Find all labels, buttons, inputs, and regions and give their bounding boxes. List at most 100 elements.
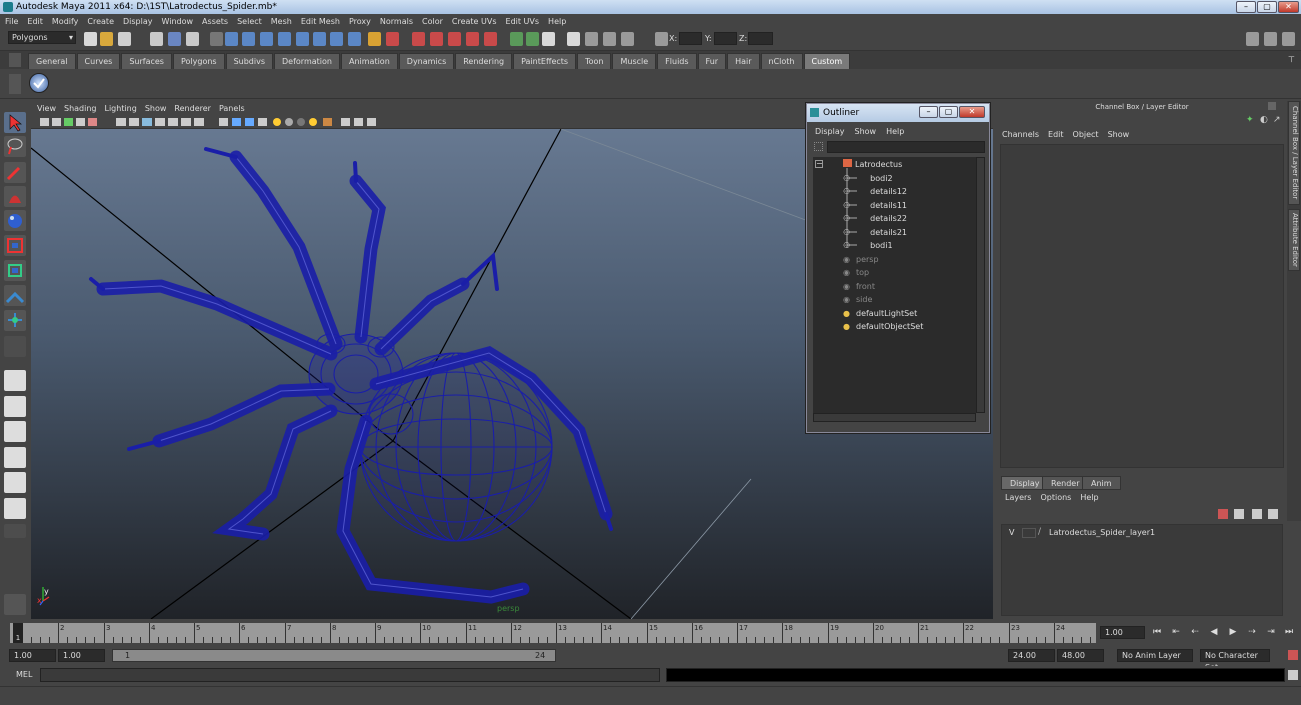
- new-scene-icon[interactable]: [84, 32, 97, 46]
- modeling-toolkit-icon[interactable]: [567, 32, 580, 46]
- minimize-button[interactable]: –: [1236, 1, 1256, 13]
- manipulator-icon[interactable]: ✦: [1246, 115, 1254, 125]
- outliner-item-defaultlightset[interactable]: ● defaultLightSet: [843, 307, 917, 320]
- new-empty-layer-icon[interactable]: [1252, 509, 1262, 519]
- go-to-end-icon[interactable]: ⏭: [1284, 627, 1294, 637]
- persp-graph-layout-icon[interactable]: [4, 447, 26, 468]
- hypershade-icon[interactable]: [448, 32, 461, 46]
- cb-menu-channels[interactable]: Channels: [1002, 130, 1039, 139]
- shelf-tab-polygons[interactable]: Polygons: [172, 53, 225, 69]
- command-input[interactable]: [40, 668, 660, 682]
- outliner-item-front[interactable]: ◉ front: [843, 280, 875, 293]
- layer-type-toggle[interactable]: [1022, 528, 1036, 538]
- layer-name[interactable]: Latrodectus_Spider_layer1: [1049, 528, 1155, 537]
- select-hierarchy-icon[interactable]: [150, 32, 163, 46]
- outliner-item-latrodectus[interactable]: Latrodectus: [843, 158, 902, 171]
- select-object-icon[interactable]: [168, 32, 181, 46]
- vp-menu-show[interactable]: Show: [145, 104, 167, 113]
- command-language-label[interactable]: MEL: [16, 670, 32, 679]
- menu-assets[interactable]: Assets: [202, 17, 228, 26]
- rotate-tool-icon[interactable]: [4, 210, 26, 231]
- input-ops-icon[interactable]: [330, 32, 343, 46]
- paint-select-tool-icon[interactable]: [4, 162, 26, 183]
- render-settings-icon[interactable]: [430, 32, 443, 46]
- script-editor-icon[interactable]: [1288, 670, 1298, 680]
- vp-menu-panels[interactable]: Panels: [219, 104, 245, 113]
- persp-graph-hypergraph-layout-icon[interactable]: [4, 498, 26, 519]
- outliner-item-top[interactable]: ◉ top: [843, 266, 869, 279]
- play-backwards-icon[interactable]: ◀: [1209, 627, 1219, 637]
- outliner-minimize-button[interactable]: –: [919, 106, 938, 118]
- show-tool-settings-icon[interactable]: [1282, 32, 1295, 46]
- layer-tab-anim[interactable]: Anim: [1082, 476, 1121, 490]
- snap-surface-icon[interactable]: [313, 32, 326, 46]
- shelf-tab-custom[interactable]: Custom: [803, 53, 851, 69]
- move-layer-down-icon[interactable]: [1234, 509, 1244, 519]
- vp-menu-view[interactable]: View: [37, 104, 56, 113]
- menu-edit-uvs[interactable]: Edit UVs: [506, 17, 540, 26]
- ipr-render-icon[interactable]: [412, 32, 425, 46]
- collapse-toggle-icon[interactable]: −: [815, 160, 823, 168]
- shelf-tab-hair[interactable]: Hair: [727, 53, 760, 69]
- lasso-tool-icon[interactable]: [4, 136, 26, 157]
- vp-menu-renderer[interactable]: Renderer: [174, 104, 211, 113]
- attribute-editor-toggle-icon[interactable]: [526, 32, 539, 46]
- outliner-item-details21[interactable]: ⚇ details21: [843, 226, 907, 239]
- outliner-item-defaultobjectset[interactable]: ● defaultObjectSet: [843, 320, 923, 333]
- current-time-field[interactable]: 1.00: [1100, 626, 1145, 639]
- history-icon[interactable]: [348, 32, 361, 46]
- time-slider-track[interactable]: 1234567891011121314151617181920212223241: [10, 623, 1096, 643]
- batch-render-icon[interactable]: [484, 32, 497, 46]
- relative-mode-icon[interactable]: [603, 32, 616, 46]
- x-field[interactable]: [679, 32, 702, 45]
- tab-channel-box[interactable]: Channel Box / Layer Editor: [1288, 101, 1300, 205]
- close-button[interactable]: ✕: [1278, 1, 1299, 13]
- scale-tool-icon[interactable]: [4, 235, 26, 256]
- snap-curve-icon[interactable]: [242, 32, 255, 46]
- outliner-menu-show[interactable]: Show: [855, 127, 877, 136]
- channel-box-toggle-icon[interactable]: [510, 32, 523, 46]
- menu-window[interactable]: Window: [162, 17, 194, 26]
- shelf-collapse-icon[interactable]: [9, 74, 21, 94]
- hypershade-layout-icon[interactable]: [4, 472, 26, 493]
- menu-edit-mesh[interactable]: Edit Mesh: [301, 17, 340, 26]
- shelf-menu-icon[interactable]: [9, 53, 21, 67]
- layer-color-swatch-icon[interactable]: /: [1038, 527, 1041, 537]
- render-view-icon[interactable]: [466, 32, 479, 46]
- shelf-tab-dynamics[interactable]: Dynamics: [398, 53, 455, 69]
- anim-layer-dropdown[interactable]: No Anim Layer: [1117, 649, 1193, 662]
- menu-create-uvs[interactable]: Create UVs: [452, 17, 497, 26]
- shelf-tab-surfaces[interactable]: Surfaces: [121, 53, 172, 69]
- construction-icon[interactable]: [368, 32, 381, 46]
- shelf-tab-curves[interactable]: Curves: [76, 53, 121, 69]
- shelf-tab-subdivs[interactable]: Subdivs: [225, 53, 274, 69]
- outliner-filter-icon[interactable]: [814, 142, 823, 151]
- outliner-horizontal-scrollbar[interactable]: [813, 413, 976, 422]
- cb-menu-show[interactable]: Show: [1108, 130, 1130, 139]
- show-attribute-editor-icon[interactable]: [1264, 32, 1277, 46]
- menu-proxy[interactable]: Proxy: [349, 17, 371, 26]
- four-pane-layout-icon[interactable]: [4, 396, 26, 417]
- shelf-tab-muscle[interactable]: Muscle: [612, 53, 657, 69]
- show-manipulator-icon[interactable]: [4, 310, 26, 331]
- outliner-maximize-button[interactable]: ▢: [939, 106, 958, 118]
- menu-display[interactable]: Display: [123, 17, 153, 26]
- select-tool-icon[interactable]: [4, 112, 26, 133]
- menu-normals[interactable]: Normals: [380, 17, 413, 26]
- maximize-button[interactable]: ▢: [1257, 1, 1277, 13]
- outliner-menu-help[interactable]: Help: [886, 127, 904, 136]
- sphere-icon[interactable]: ◐: [1260, 115, 1268, 125]
- z-field[interactable]: [748, 32, 773, 45]
- cb-menu-object[interactable]: Object: [1073, 130, 1099, 139]
- layer-menu-layers[interactable]: Layers: [1005, 493, 1031, 502]
- shelf-tab-animation[interactable]: Animation: [340, 53, 398, 69]
- shelf-tab-ncloth[interactable]: nCloth: [760, 53, 803, 69]
- outliner-search-field[interactable]: [827, 141, 985, 153]
- menu-modify[interactable]: Modify: [52, 17, 79, 26]
- outliner-item-details12[interactable]: ⚇ details12: [843, 185, 907, 198]
- playback-end-field[interactable]: 24.00: [1008, 649, 1055, 662]
- shelf-tab-painteffects[interactable]: PaintEffects: [513, 53, 577, 69]
- outliner-item-details11[interactable]: ⚇ details11: [843, 199, 907, 212]
- menu-edit[interactable]: Edit: [27, 17, 43, 26]
- tool-settings-toggle-icon[interactable]: [542, 32, 555, 46]
